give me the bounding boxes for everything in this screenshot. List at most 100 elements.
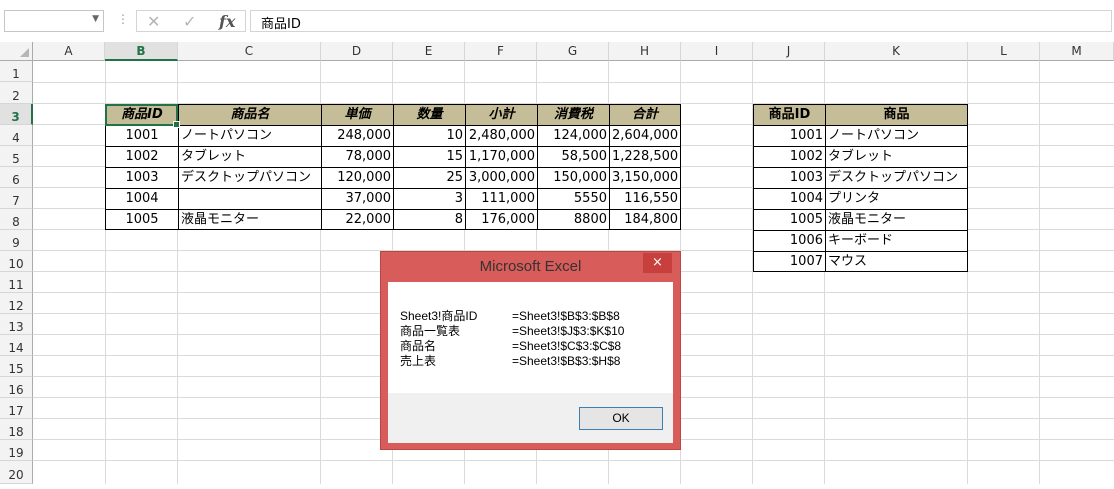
row-header-1[interactable]: 1 [0, 61, 33, 82]
table-cell[interactable]: 150,000 [537, 167, 610, 189]
row-header-14[interactable]: 14 [0, 335, 33, 356]
table-cell[interactable]: 1001 [105, 125, 179, 147]
table-cell[interactable]: 1001 [753, 125, 826, 147]
table-cell[interactable]: 8 [393, 209, 466, 230]
table-cell[interactable]: ノートパソコン [825, 125, 968, 147]
table-cell[interactable]: 111,000 [465, 188, 538, 210]
row-header-3[interactable]: 3 [0, 104, 33, 125]
table-cell[interactable]: 1002 [753, 146, 826, 168]
name-box[interactable]: ▼ [4, 10, 104, 32]
col-header-a[interactable]: A [33, 42, 105, 61]
header-cell[interactable]: 商品ID [753, 104, 826, 126]
table-cell[interactable]: 1004 [753, 188, 826, 210]
row-header-9[interactable]: 9 [0, 230, 33, 251]
table-cell[interactable]: 5550 [537, 188, 610, 210]
col-header-h[interactable]: H [609, 42, 681, 61]
table-cell[interactable]: 176,000 [465, 209, 538, 230]
row-header-18[interactable]: 18 [0, 419, 33, 440]
table-cell[interactable]: 2,604,000 [609, 125, 681, 147]
insert-function-icon[interactable]: fx [219, 12, 235, 31]
ok-button[interactable]: OK [579, 407, 663, 430]
close-icon[interactable]: × [643, 253, 672, 273]
row-header-7[interactable]: 7 [0, 188, 33, 209]
row-header-17[interactable]: 17 [0, 398, 33, 419]
table-cell[interactable]: 1003 [105, 167, 179, 189]
table-cell[interactable]: 1002 [105, 146, 179, 168]
check-icon[interactable]: ✓ [183, 12, 196, 31]
cancel-icon[interactable]: ✕ [147, 12, 160, 31]
table-cell[interactable]: 液晶モニター [825, 209, 968, 231]
col-header-j[interactable]: J [753, 42, 825, 61]
table-cell[interactable]: 1006 [753, 230, 826, 252]
table-cell[interactable]: 1007 [753, 251, 826, 272]
table-cell[interactable]: タブレット [178, 146, 322, 168]
col-header-k[interactable]: K [825, 42, 968, 61]
col-header-c[interactable]: C [178, 42, 321, 61]
col-header-d[interactable]: D [321, 42, 393, 61]
table-cell[interactable]: タブレット [825, 146, 968, 168]
header-cell[interactable]: 合計 [609, 104, 681, 126]
header-cell[interactable]: 数量 [393, 104, 466, 126]
table-cell[interactable]: 1003 [753, 167, 826, 189]
table-cell[interactable]: 1,228,500 [609, 146, 681, 168]
table-cell[interactable]: プリンタ [825, 188, 968, 210]
row-header-12[interactable]: 12 [0, 293, 33, 314]
formula-input[interactable]: 商品ID [250, 10, 1112, 32]
col-header-b[interactable]: B [105, 42, 178, 61]
header-cell[interactable]: 小計 [465, 104, 538, 126]
table-cell[interactable] [178, 188, 322, 210]
table-cell[interactable]: 3,150,000 [609, 167, 681, 189]
header-cell[interactable]: 商品名 [178, 104, 322, 126]
table-cell[interactable]: 37,000 [321, 188, 394, 210]
row-header-15[interactable]: 15 [0, 356, 33, 377]
header-cell[interactable]: 消費税 [537, 104, 610, 126]
table-cell[interactable]: デスクトップパソコン [178, 167, 322, 189]
table-cell[interactable]: 124,000 [537, 125, 610, 147]
row-header-4[interactable]: 4 [0, 125, 33, 146]
table-cell[interactable]: 1,170,000 [465, 146, 538, 168]
table-cell[interactable]: 8800 [537, 209, 610, 230]
row-header-13[interactable]: 13 [0, 314, 33, 335]
table-cell[interactable]: 液晶モニター [178, 209, 322, 230]
col-header-l[interactable]: L [968, 42, 1040, 61]
row-header-20[interactable]: 20 [0, 461, 33, 484]
table-cell[interactable]: 1005 [105, 209, 179, 230]
table-cell[interactable]: 248,000 [321, 125, 394, 147]
col-header-i[interactable]: I [681, 42, 753, 61]
row-header-16[interactable]: 16 [0, 377, 33, 398]
header-cell[interactable]: 商品ID [105, 104, 179, 126]
header-cell[interactable]: 単価 [321, 104, 394, 126]
row-header-10[interactable]: 10 [0, 251, 33, 272]
table-cell[interactable]: 22,000 [321, 209, 394, 230]
table-cell[interactable]: 2,480,000 [465, 125, 538, 147]
col-header-f[interactable]: F [465, 42, 537, 61]
row-header-11[interactable]: 11 [0, 272, 33, 293]
table-cell[interactable]: 3 [393, 188, 466, 210]
table-cell[interactable]: 25 [393, 167, 466, 189]
table-cell[interactable]: 58,500 [537, 146, 610, 168]
header-cell[interactable]: 商品 [825, 104, 968, 126]
row-header-2[interactable]: 2 [0, 82, 33, 104]
table-cell[interactable]: ノートパソコン [178, 125, 322, 147]
table-cell[interactable]: 1004 [105, 188, 179, 210]
col-header-g[interactable]: G [537, 42, 609, 61]
table-cell[interactable]: 116,550 [609, 188, 681, 210]
table-cell[interactable]: 120,000 [321, 167, 394, 189]
table-cell[interactable]: 78,000 [321, 146, 394, 168]
table-cell[interactable]: 10 [393, 125, 466, 147]
row-header-8[interactable]: 8 [0, 209, 33, 230]
row-header-19[interactable]: 19 [0, 440, 33, 461]
col-header-m[interactable]: M [1040, 42, 1114, 61]
table-cell[interactable]: 1005 [753, 209, 826, 231]
col-header-e[interactable]: E [393, 42, 465, 61]
table-cell[interactable]: 184,800 [609, 209, 681, 230]
table-cell[interactable]: マウス [825, 251, 968, 272]
table-cell[interactable]: 15 [393, 146, 466, 168]
select-all-corner[interactable] [0, 42, 33, 61]
table-cell[interactable]: キーボード [825, 230, 968, 252]
table-cell[interactable]: デスクトップパソコン [825, 167, 968, 189]
chevron-down-icon[interactable]: ▼ [92, 14, 99, 24]
row-header-6[interactable]: 6 [0, 167, 33, 188]
row-header-5[interactable]: 5 [0, 146, 33, 167]
table-cell[interactable]: 3,000,000 [465, 167, 538, 189]
